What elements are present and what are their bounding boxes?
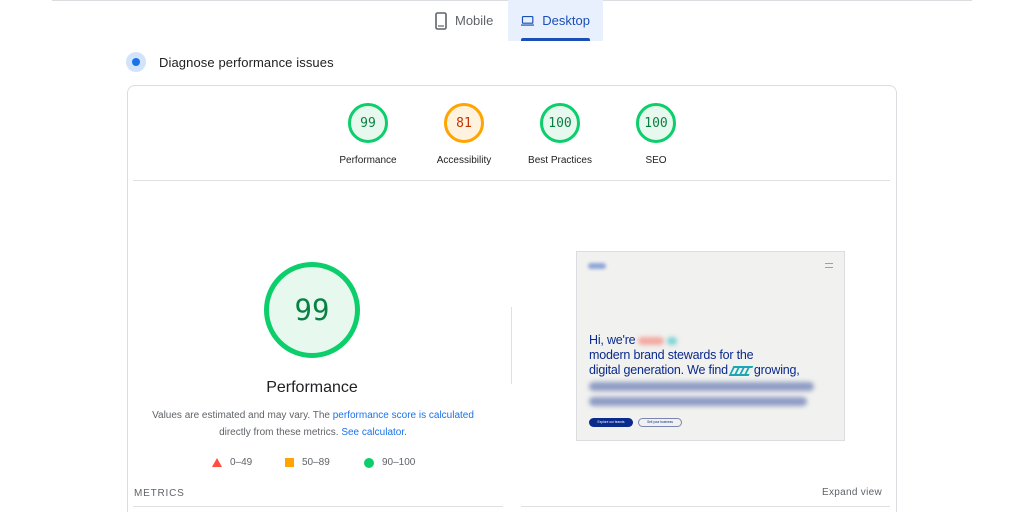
gauges-divider bbox=[133, 180, 890, 181]
diagnose-icon bbox=[126, 52, 146, 72]
tab-desktop[interactable]: Desktop bbox=[508, 0, 603, 41]
blurred-text bbox=[667, 336, 678, 345]
legend-pass-label: 90–100 bbox=[382, 457, 416, 468]
phone-icon bbox=[435, 11, 447, 30]
preview-line: digital generation. We find growing, bbox=[589, 363, 800, 378]
preview-button-primary: Explore our brands bbox=[589, 418, 633, 427]
preview-text: digital generation. We find bbox=[589, 363, 728, 377]
expand-view-button[interactable]: Expand view bbox=[822, 487, 882, 498]
tab-desktop-label: Desktop bbox=[542, 13, 590, 28]
legend-fail: 0–49 bbox=[212, 457, 252, 468]
square-icon bbox=[285, 458, 294, 467]
metrics-divider bbox=[133, 506, 503, 507]
blurred-text bbox=[589, 382, 814, 391]
section-heading: Diagnose performance issues bbox=[126, 52, 334, 72]
preview-text: growing, bbox=[753, 363, 800, 377]
score-calculated-link[interactable]: performance score is calculated bbox=[333, 410, 474, 421]
main-score-gauge: 99 bbox=[264, 262, 360, 358]
tab-mobile[interactable]: Mobile bbox=[422, 0, 508, 41]
gauge-seo[interactable]: 100 SEO bbox=[606, 103, 706, 166]
metrics-heading: METRICS bbox=[134, 488, 185, 499]
see-calculator-link[interactable]: See calculator. bbox=[341, 427, 407, 438]
legend-average-label: 50–89 bbox=[302, 457, 330, 468]
desc-prefix: Values are estimated and may vary. The bbox=[152, 410, 333, 421]
gauge-label: Performance bbox=[339, 155, 397, 166]
hamburger-icon bbox=[825, 263, 833, 268]
gauge-accessibility[interactable]: 81 Accessibility bbox=[414, 103, 514, 166]
circle-icon bbox=[364, 457, 374, 468]
blurred-text bbox=[589, 397, 807, 406]
gauge-best-practices[interactable]: 100 Best Practices bbox=[510, 103, 610, 166]
score-ring: 99 bbox=[348, 103, 388, 143]
preview-line: Hi, we're bbox=[589, 333, 678, 348]
preview-button-secondary: Sell your business bbox=[638, 418, 682, 427]
score-ring: 81 bbox=[444, 103, 484, 143]
gauge-label: Accessibility bbox=[436, 155, 492, 166]
legend-average: 50–89 bbox=[285, 457, 330, 468]
legend-fail-label: 0–49 bbox=[230, 457, 253, 468]
page-screenshot-preview: Hi, we're modern brand stewards for the … bbox=[576, 251, 845, 441]
gauge-performance[interactable]: 99 Performance bbox=[318, 103, 418, 166]
preview-logo bbox=[588, 263, 606, 269]
score-description: Values are estimated and may vary. The p… bbox=[113, 410, 513, 421]
gauge-label: Best Practices bbox=[528, 155, 592, 166]
laptop-icon bbox=[521, 15, 535, 26]
vertical-divider bbox=[511, 307, 512, 384]
preview-text: Hi, we're bbox=[589, 333, 636, 347]
gauge-label: SEO bbox=[645, 155, 667, 166]
desc-middle: directly from these metrics. bbox=[219, 427, 342, 438]
ladder-icon bbox=[728, 365, 754, 376]
triangle-icon bbox=[212, 458, 222, 467]
section-title: Diagnose performance issues bbox=[159, 54, 334, 70]
score-description-line2: directly from these metrics. See calcula… bbox=[113, 427, 513, 438]
metrics-divider bbox=[521, 506, 890, 507]
tab-mobile-label: Mobile bbox=[455, 13, 494, 28]
preview-line: modern brand stewards for the bbox=[589, 348, 754, 362]
score-ring: 100 bbox=[540, 103, 580, 143]
main-gauge-label: Performance bbox=[266, 379, 358, 396]
blurred-text bbox=[638, 336, 665, 345]
legend-pass: 90–100 bbox=[364, 457, 415, 468]
score-ring: 100 bbox=[636, 103, 676, 143]
